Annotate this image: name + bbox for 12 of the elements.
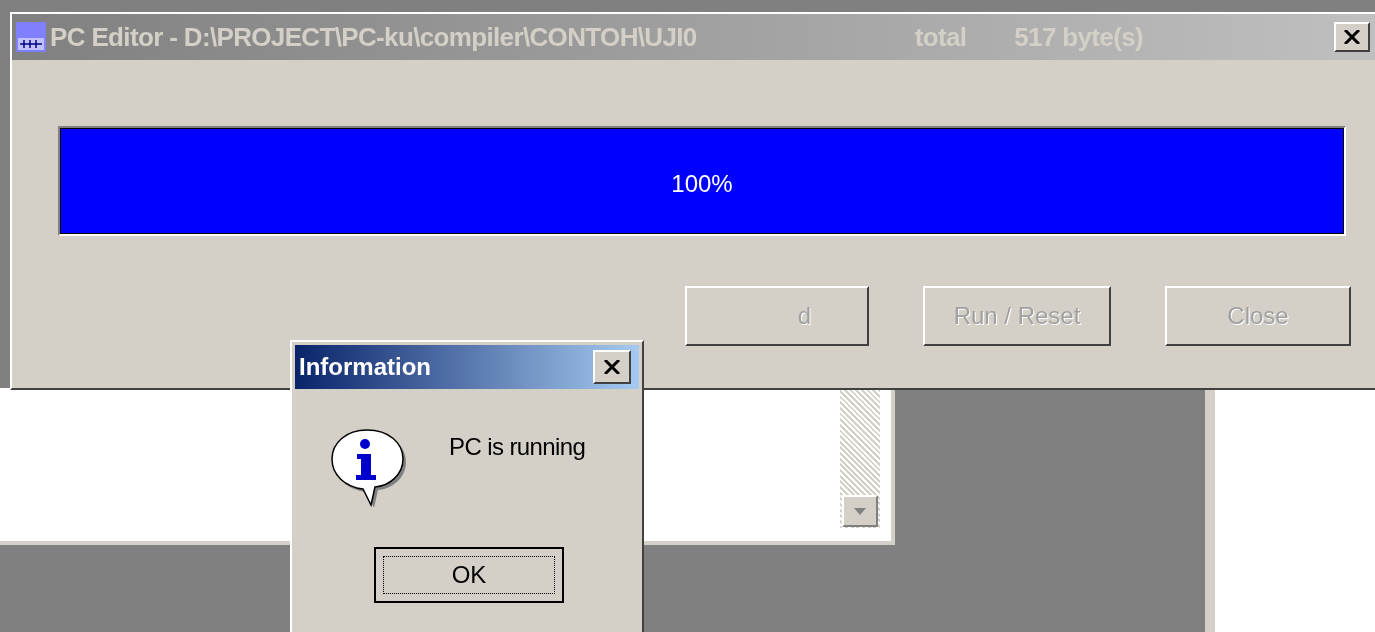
dialog-message: PC is running: [449, 432, 586, 462]
ok-button[interactable]: OK: [374, 547, 564, 603]
down-arrow-icon: [854, 507, 866, 515]
scroll-down-button[interactable]: [842, 495, 878, 527]
window-title: PC Editor - D:\PROJECT\PC-ku\compiler\CONTOH\UJI0: [50, 20, 697, 54]
close-button[interactable]: [1334, 22, 1370, 52]
close-icon: [604, 360, 620, 374]
progress-percent: 100%: [670, 169, 734, 199]
app-icon: [16, 22, 46, 52]
close-button[interactable]: [593, 350, 631, 384]
dialog-title: Information: [299, 352, 431, 382]
close-icon: [1344, 30, 1360, 44]
